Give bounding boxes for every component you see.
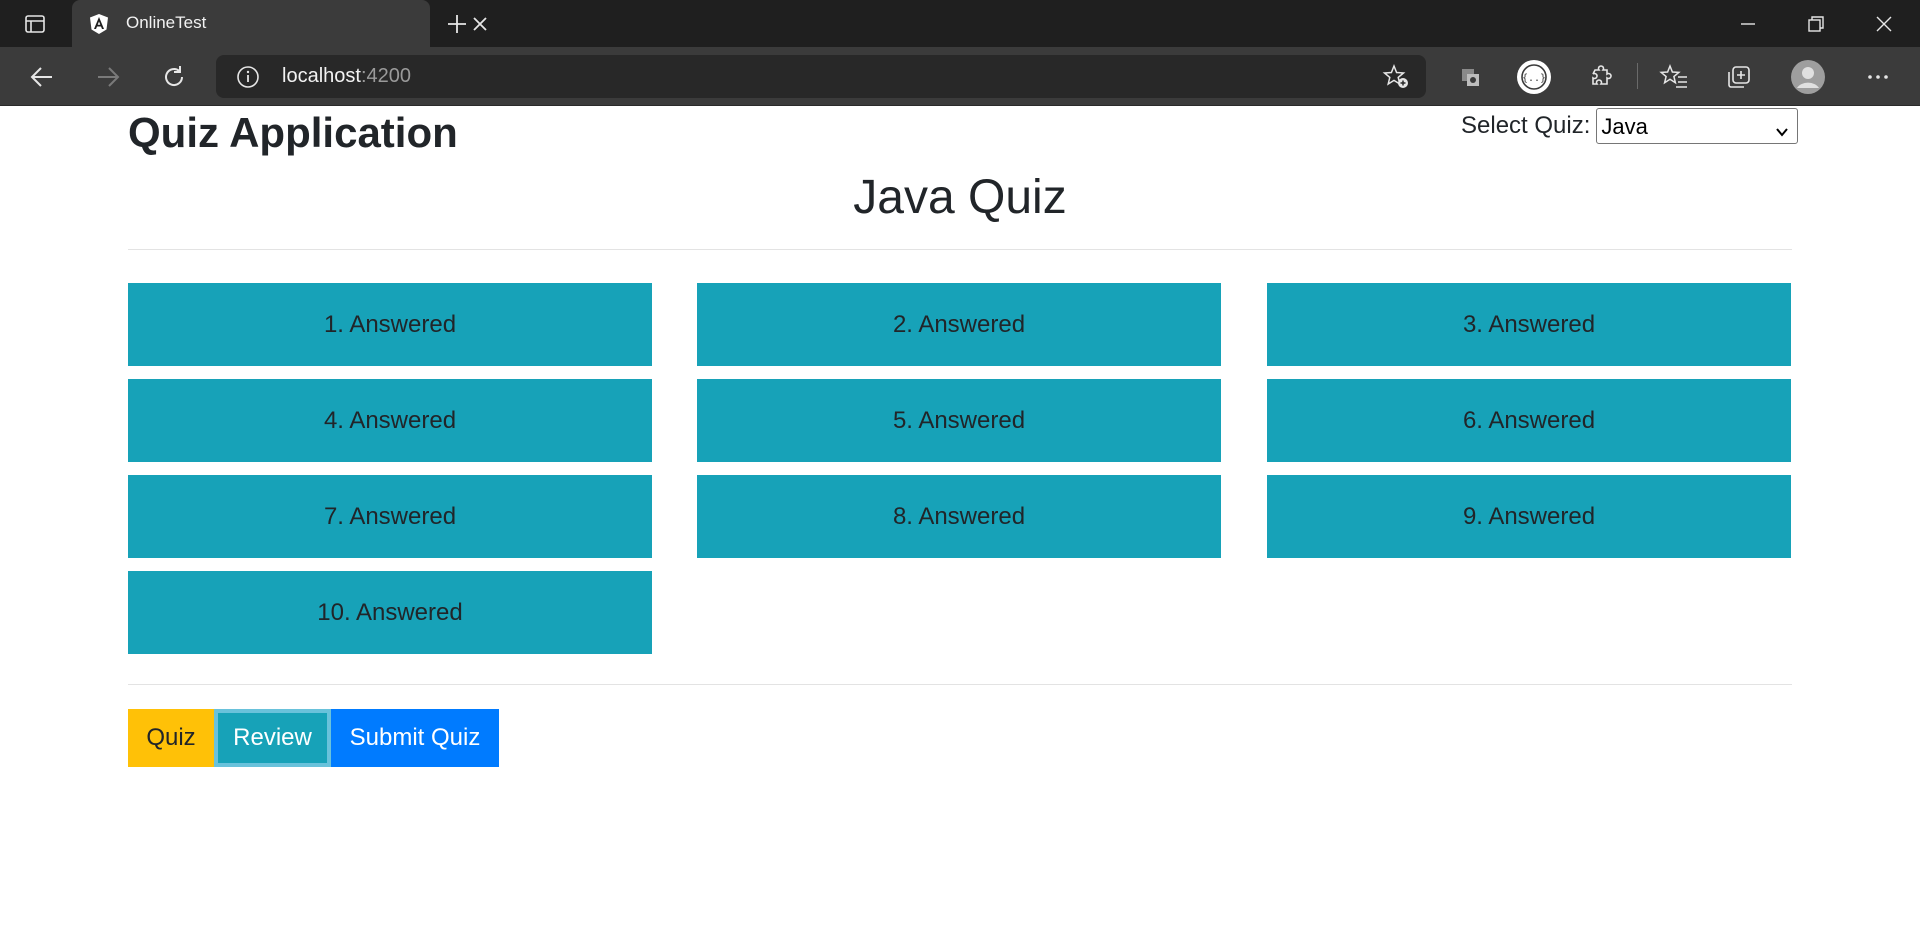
back-icon[interactable] xyxy=(24,59,60,95)
quiz-title: Java Quiz xyxy=(853,171,1067,224)
tab-title: OnlineTest xyxy=(126,13,207,32)
question-tile[interactable]: 3. Answered xyxy=(1267,283,1791,366)
question-tile[interactable]: 4. Answered xyxy=(128,379,652,462)
extension-braces-icon[interactable]: {..} xyxy=(1516,59,1552,95)
toolbar-separator xyxy=(1637,63,1638,89)
browser-tab-bar: OnlineTest xyxy=(0,0,1920,47)
tracking-prevention-icon[interactable] xyxy=(1452,59,1488,95)
select-quiz-label: Select Quiz: xyxy=(1461,112,1591,139)
browser-toolbar: localhost:4200 {..} xyxy=(0,47,1920,106)
question-tile[interactable]: 2. Answered xyxy=(697,283,1221,366)
quiz-button[interactable]: Quiz xyxy=(128,709,214,767)
url-text[interactable]: localhost:4200 xyxy=(282,65,411,88)
minimize-icon[interactable] xyxy=(1716,0,1780,47)
refresh-icon[interactable] xyxy=(156,59,192,95)
divider-bottom xyxy=(128,684,1792,685)
profile-avatar-icon[interactable] xyxy=(1790,59,1826,95)
site-info-icon[interactable] xyxy=(236,65,260,89)
forward-icon[interactable] xyxy=(90,59,126,95)
add-favorite-icon[interactable] xyxy=(1382,63,1410,90)
question-tile[interactable]: 8. Answered xyxy=(697,475,1221,558)
browser-tab[interactable]: OnlineTest xyxy=(72,0,487,47)
more-options-icon[interactable] xyxy=(1860,59,1896,95)
question-tile[interactable]: 6. Answered xyxy=(1267,379,1791,462)
question-tile[interactable]: 10. Answered xyxy=(128,571,652,654)
tab-actions-icon[interactable] xyxy=(12,10,58,38)
new-tab-icon[interactable] xyxy=(442,10,472,38)
divider-top xyxy=(128,249,1792,250)
question-tile[interactable]: 7. Answered xyxy=(128,475,652,558)
url-host: localhost xyxy=(282,65,361,87)
quiz-select-dropdown[interactable]: Java xyxy=(1596,108,1799,144)
question-tile[interactable]: 5. Answered xyxy=(697,379,1221,462)
svg-text:{..}: {..} xyxy=(1522,73,1546,84)
restore-icon[interactable] xyxy=(1784,0,1848,47)
page-content: Quiz Application Select Quiz: Java Java … xyxy=(0,107,1920,939)
url-port: :4200 xyxy=(360,65,411,87)
angular-logo-icon xyxy=(88,13,110,35)
action-buttons: Quiz Review Submit Quiz xyxy=(128,709,499,767)
chevron-down-icon xyxy=(1775,119,1789,137)
quiz-selector: Select Quiz: Java xyxy=(1461,108,1799,144)
close-window-icon[interactable] xyxy=(1852,0,1916,47)
review-button[interactable]: Review xyxy=(214,709,331,767)
collections-icon[interactable] xyxy=(1721,59,1757,95)
extensions-puzzle-icon[interactable] xyxy=(1583,59,1619,95)
question-tile[interactable]: 9. Answered xyxy=(1267,475,1791,558)
app-title: Quiz Application xyxy=(128,109,458,156)
address-bar[interactable]: localhost:4200 xyxy=(216,55,1426,98)
submit-quiz-button[interactable]: Submit Quiz xyxy=(331,709,499,767)
selected-quiz-value: Java xyxy=(1601,114,1648,139)
question-tile[interactable]: 1. Answered xyxy=(128,283,652,366)
favorites-icon[interactable] xyxy=(1656,59,1692,95)
